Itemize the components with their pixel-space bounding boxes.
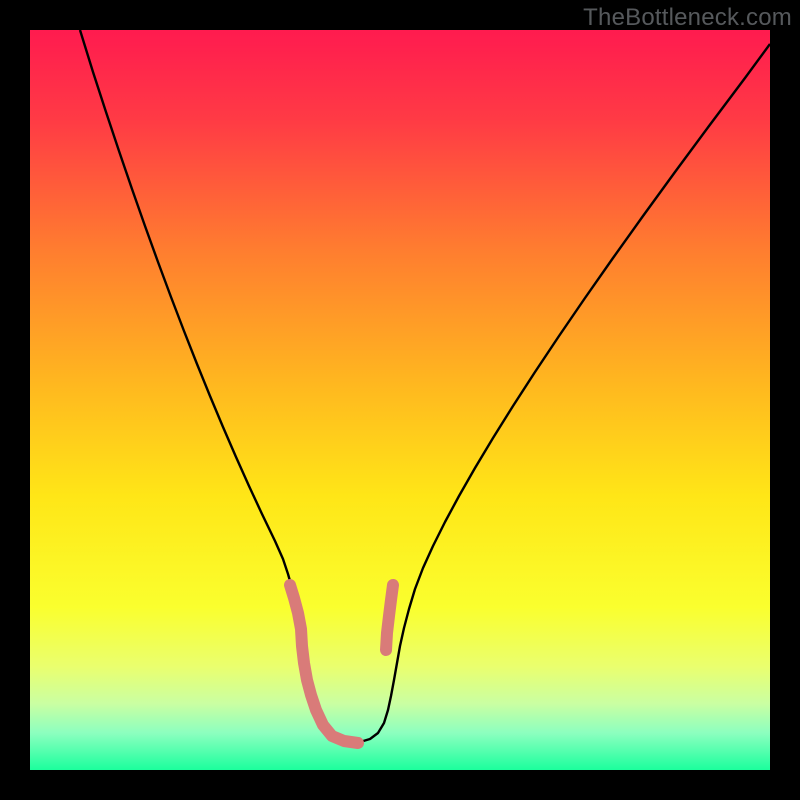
chart-background — [30, 30, 770, 770]
chart-frame: TheBottleneck.com — [0, 0, 800, 800]
watermark-text: TheBottleneck.com — [583, 4, 792, 32]
chart-plot-area — [30, 30, 770, 770]
series-right-dot-cluster — [386, 585, 393, 650]
chart-svg — [30, 30, 770, 770]
